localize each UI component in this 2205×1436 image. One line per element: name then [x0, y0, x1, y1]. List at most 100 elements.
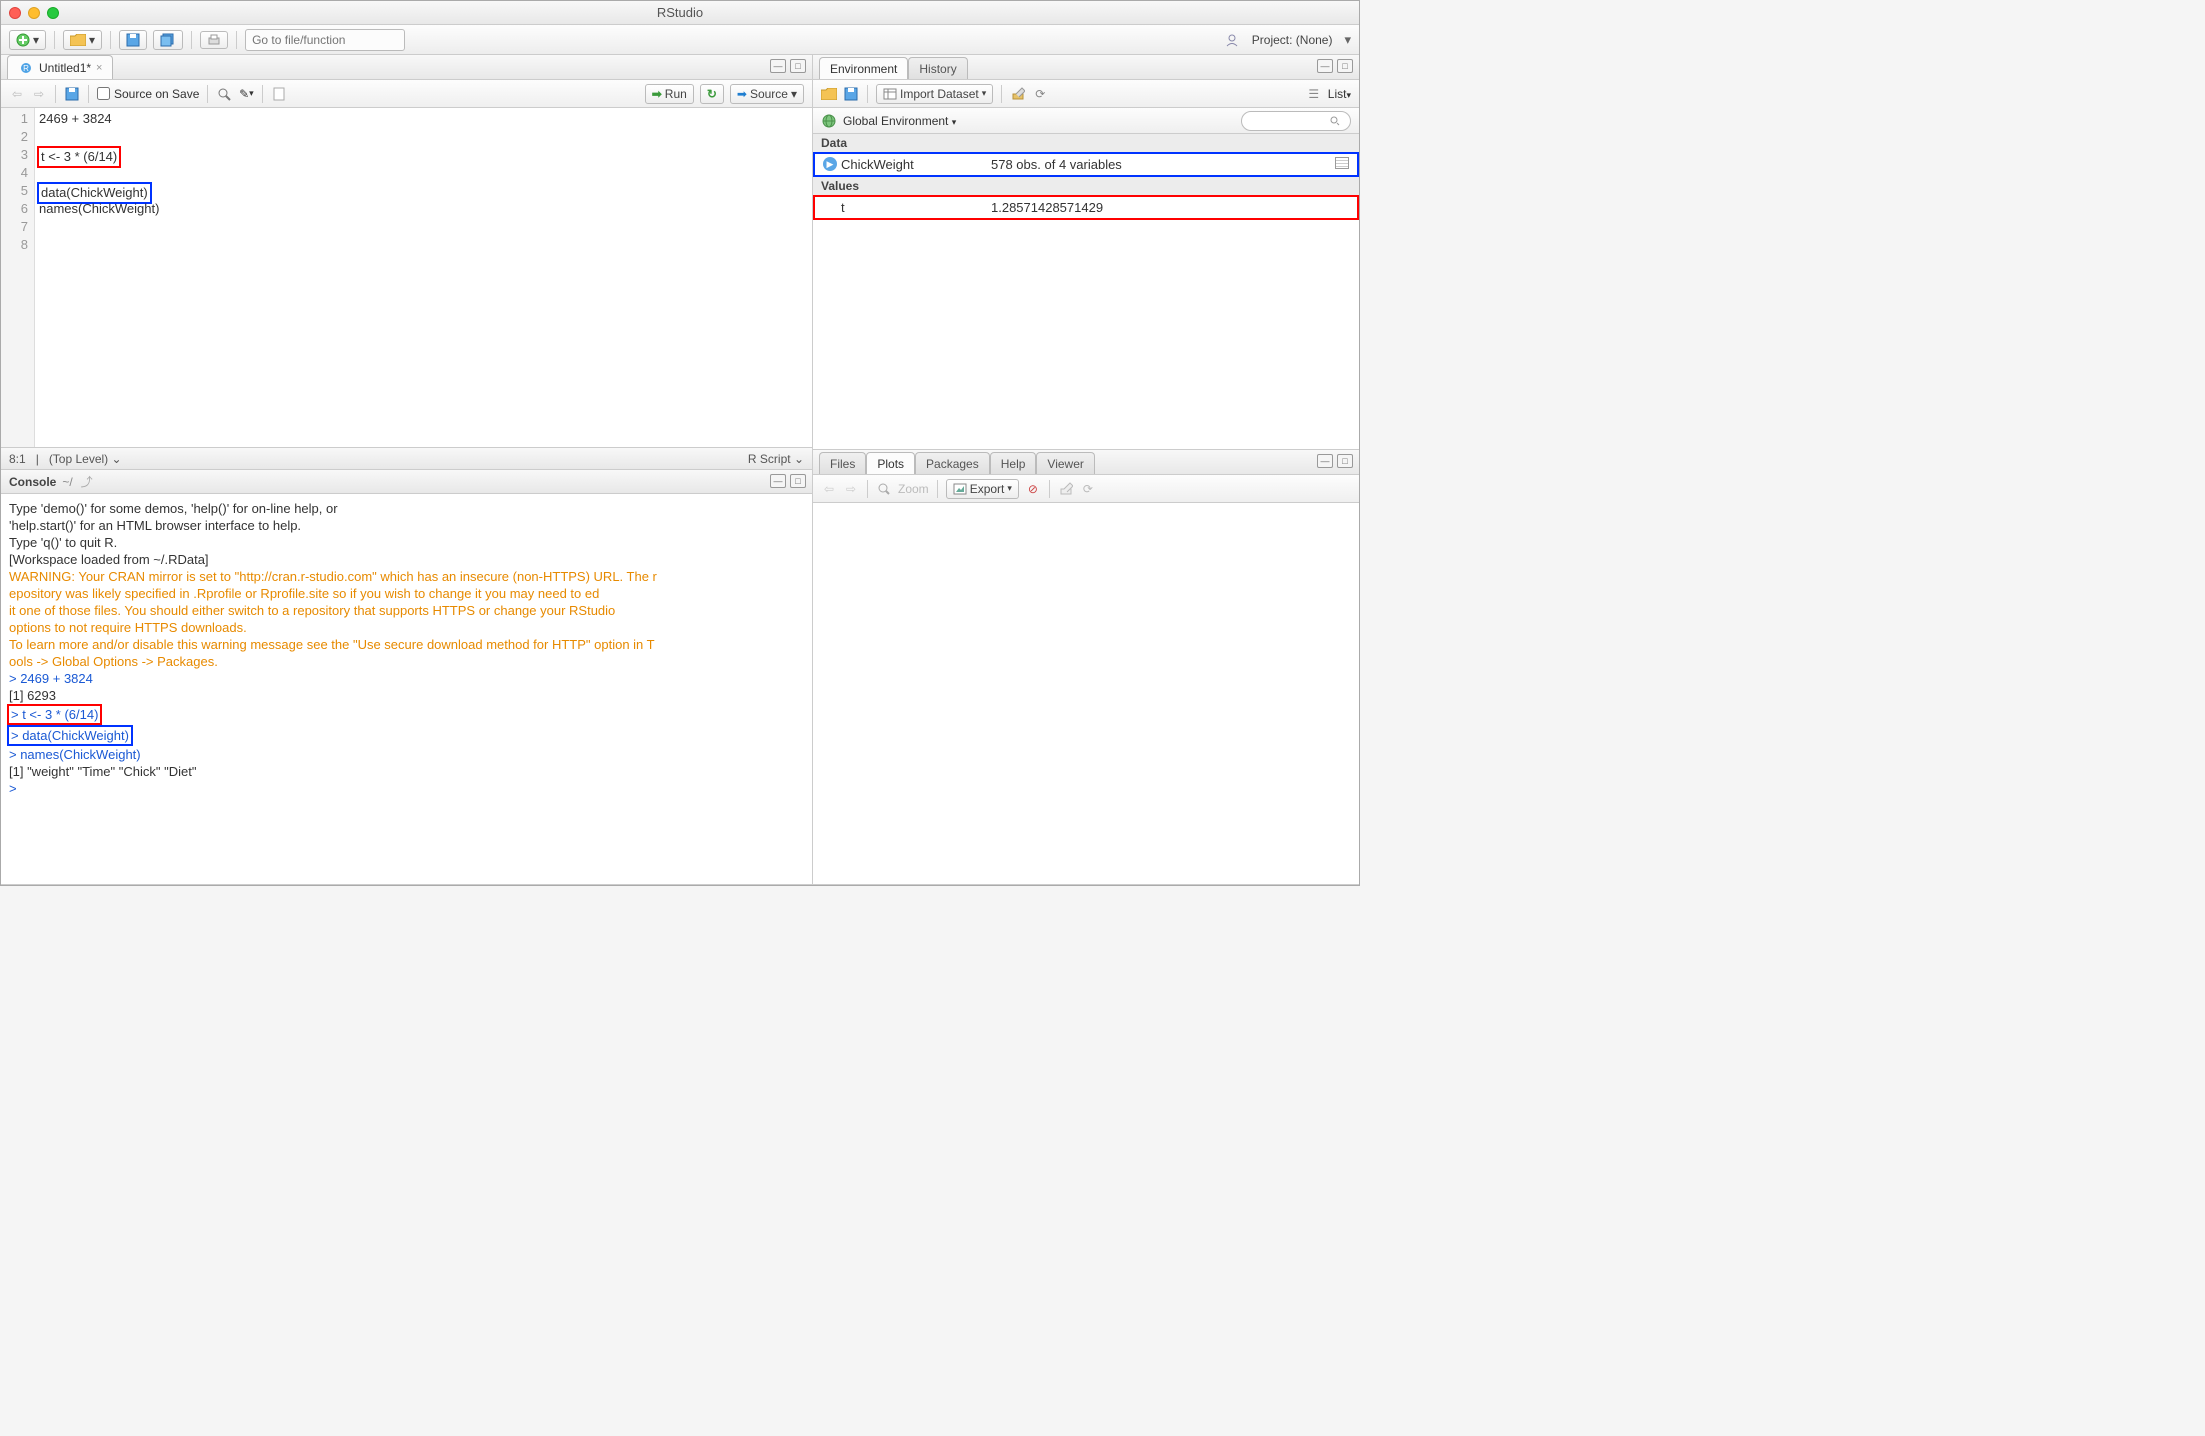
popout-icon[interactable]: ⤴	[79, 474, 95, 490]
maximize-pane-button[interactable]: □	[1337, 454, 1353, 468]
source-pane: R Untitled1* × — □ ⇦ ⇨	[1, 55, 812, 470]
tab-files[interactable]: Files	[819, 452, 866, 474]
tab-viewer[interactable]: Viewer	[1036, 452, 1094, 474]
maximize-pane-button[interactable]: □	[790, 59, 806, 73]
rerun-button[interactable]: ↻	[700, 84, 724, 104]
console-line: epository was likely specified in .Rprof…	[9, 585, 804, 602]
plots-toolbar: ⇦ ⇨ Zoom Export ▾ ⊘	[813, 475, 1359, 503]
line-gutter: 1 2 3 4 5 6 7 8	[1, 108, 35, 447]
run-button[interactable]: ➡Run	[645, 84, 694, 104]
goto-file-input[interactable]	[245, 29, 405, 51]
code-editor[interactable]: 1 2 3 4 5 6 7 8 2469 + 3824 t <- 3 * (6/…	[1, 108, 812, 447]
expand-icon[interactable]: ▶	[823, 157, 837, 171]
back-icon[interactable]: ⇦	[9, 86, 25, 102]
list-view-icon[interactable]: ☰	[1306, 86, 1322, 102]
remove-plot-icon[interactable]: ⊘	[1025, 481, 1041, 497]
prev-plot-icon[interactable]: ⇦	[821, 481, 837, 497]
print-button[interactable]	[200, 31, 228, 49]
notebook-icon[interactable]	[271, 86, 287, 102]
export-button[interactable]: Export ▾	[946, 479, 1019, 499]
console-path: ~/	[62, 475, 72, 489]
source-toolbar: ⇦ ⇨ Source on Save ✎▾	[1, 80, 812, 108]
load-workspace-icon[interactable]	[821, 86, 837, 102]
right-column: Environment History — □	[813, 55, 1359, 885]
project-menu[interactable]: Project: (None)	[1246, 31, 1339, 49]
left-column: R Untitled1* × — □ ⇦ ⇨	[1, 55, 813, 885]
console-title: Console	[9, 475, 56, 489]
maximize-pane-button[interactable]: □	[1337, 59, 1353, 73]
source-on-save-input[interactable]	[97, 87, 110, 100]
code-area[interactable]: 2469 + 3824 t <- 3 * (6/14) data(ChickWe…	[35, 108, 812, 447]
save-all-button[interactable]	[153, 30, 183, 50]
scope-selector[interactable]: Global Environment ▾	[843, 114, 956, 128]
maximize-pane-button[interactable]: □	[790, 474, 806, 488]
console-line: > t <- 3 * (6/14)	[7, 704, 102, 725]
env-var-value: 1.28571428571429	[991, 200, 1349, 215]
chevron-down-icon: ▾	[1344, 32, 1351, 48]
env-value-row[interactable]: t 1.28571428571429	[813, 195, 1359, 220]
next-plot-icon[interactable]: ⇨	[843, 481, 859, 497]
open-project-button[interactable]: ▾	[63, 30, 102, 50]
console-line: ools -> Global Options -> Packages.	[9, 653, 804, 670]
source-tab[interactable]: R Untitled1* ×	[7, 55, 113, 79]
import-dataset-button[interactable]: Import Dataset ▾	[876, 84, 993, 104]
console-body[interactable]: Type 'demo()' for some demos, 'help()' f…	[1, 494, 812, 884]
new-file-button[interactable]: ▾	[9, 30, 46, 50]
content-area: R Untitled1* × — □ ⇦ ⇨	[1, 55, 1359, 885]
tab-history[interactable]: History	[908, 57, 967, 79]
tab-plots[interactable]: Plots	[866, 452, 915, 474]
minimize-pane-button[interactable]: —	[1317, 454, 1333, 468]
source-statusbar: 8:1 | (Top Level) ⌄ R Script ⌄	[1, 447, 812, 469]
tab-packages[interactable]: Packages	[915, 452, 990, 474]
clear-workspace-icon[interactable]	[1010, 86, 1026, 102]
env-var-name: t	[841, 200, 991, 215]
view-mode-selector[interactable]: List▾	[1328, 87, 1351, 101]
console-line: options to not require HTTPS downloads.	[9, 619, 804, 636]
plots-tabrow: Files Plots Packages Help Viewer — □	[813, 450, 1359, 475]
console-line: Type 'q()' to quit R.	[9, 534, 804, 551]
refresh-plot-icon[interactable]: ⟳	[1080, 481, 1096, 497]
console-line: [Workspace loaded from ~/.RData]	[9, 551, 804, 568]
r-file-icon: R	[18, 60, 34, 76]
zoom-label[interactable]: Zoom	[898, 482, 929, 496]
source-on-save-label: Source on Save	[114, 87, 199, 101]
tab-environment[interactable]: Environment	[819, 57, 908, 79]
env-section-values: Values	[813, 177, 1359, 195]
minimize-pane-button[interactable]: —	[1317, 59, 1333, 73]
env-var-value: 578 obs. of 4 variables	[991, 157, 1335, 172]
tab-help[interactable]: Help	[990, 452, 1037, 474]
env-search-input[interactable]	[1241, 111, 1351, 131]
code-line: names(ChickWeight)	[39, 201, 159, 216]
language-selector[interactable]: R Script ⌄	[748, 452, 804, 466]
wand-icon[interactable]: ✎▾	[238, 86, 254, 102]
console-line: it one of those files. You should either…	[9, 602, 804, 619]
scope-selector[interactable]: (Top Level) ⌄	[49, 452, 122, 466]
plots-pane: Files Plots Packages Help Viewer — □ ⇦ ⇨	[813, 450, 1359, 885]
svg-text:R: R	[23, 64, 29, 73]
console-line: Type 'demo()' for some demos, 'help()' f…	[9, 500, 804, 517]
console-prompt[interactable]: >	[9, 780, 804, 797]
source-on-save-checkbox[interactable]: Source on Save	[97, 87, 199, 101]
minimize-pane-button[interactable]: —	[770, 59, 786, 73]
minimize-pane-button[interactable]: —	[770, 474, 786, 488]
refresh-icon[interactable]: ⟳	[1032, 86, 1048, 102]
console-line: To learn more and/or disable this warnin…	[9, 636, 804, 653]
close-icon[interactable]: ×	[96, 62, 102, 74]
source-tabrow: R Untitled1* × — □	[1, 55, 812, 80]
save-button[interactable]	[119, 30, 147, 50]
goto-file-field[interactable]	[245, 29, 405, 51]
env-data-row[interactable]: ▶ ChickWeight 578 obs. of 4 variables	[813, 152, 1359, 177]
forward-icon[interactable]: ⇨	[31, 86, 47, 102]
clear-plots-icon[interactable]	[1058, 481, 1074, 497]
separator	[54, 31, 55, 49]
separator	[236, 31, 237, 49]
save-icon[interactable]	[64, 86, 80, 102]
console-line: > data(ChickWeight)	[7, 725, 133, 746]
find-icon[interactable]	[216, 86, 232, 102]
zoom-icon[interactable]	[876, 481, 892, 497]
code-line: t <- 3 * (6/14)	[37, 146, 121, 168]
grid-icon[interactable]	[1335, 157, 1349, 169]
save-workspace-icon[interactable]	[843, 86, 859, 102]
titlebar: RStudio	[1, 1, 1359, 25]
source-button[interactable]: ➡Source ▾	[730, 84, 804, 104]
